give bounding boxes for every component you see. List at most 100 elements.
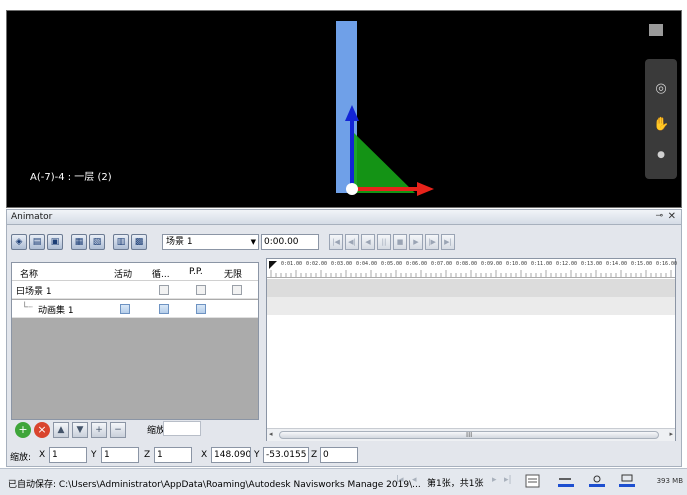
pan-hand-icon[interactable]: ✋	[653, 117, 669, 133]
timeline-scrollbar[interactable]: ◂ III ▸	[267, 428, 675, 441]
stop-icon[interactable]: ■	[393, 234, 407, 250]
web-server-performance-icon	[619, 474, 635, 487]
position-y-label: Y	[254, 450, 260, 460]
tick-label: 0:15.00	[631, 261, 653, 267]
timeline[interactable]: 0:01.00 0:02.00 0:03.00 0:04.00 0:05.00 …	[266, 258, 677, 441]
column-loop[interactable]: 循...	[152, 267, 170, 280]
rewind-icon[interactable]: |◀	[329, 234, 343, 250]
position-y-input[interactable]: -53.0155	[263, 447, 309, 463]
tick-label: 0:11.00	[531, 261, 553, 267]
step-forward-icon[interactable]: |▶	[425, 234, 439, 250]
disk-performance-icon	[589, 475, 605, 487]
loop-checkbox[interactable]	[159, 285, 169, 295]
prev-page-icon[interactable]: ◂	[412, 475, 417, 485]
3d-viewport[interactable]: A(-7)-4 : 一层 (2) ◎ ✋ ●	[6, 10, 682, 208]
tick-label: 0:12.00	[556, 261, 578, 267]
scene-select-value: 场景 1	[166, 237, 193, 247]
column-infinite[interactable]: 无限	[224, 267, 242, 280]
pause-icon[interactable]: ||	[377, 234, 391, 250]
translate-animation-button[interactable]: ▦	[71, 234, 87, 250]
add-animation-set-button[interactable]: ▤	[29, 234, 45, 250]
chevron-down-icon: ▼	[250, 238, 256, 246]
tick-label: 0:05.00	[381, 261, 403, 267]
step-back-icon[interactable]: ◀|	[345, 234, 359, 250]
first-page-icon[interactable]: |◂	[396, 475, 404, 485]
pin-icon[interactable]: ⊸	[655, 211, 663, 221]
pencil-performance-icon	[558, 478, 574, 487]
tick-label: 0:03.00	[331, 261, 353, 267]
fast-forward-icon[interactable]: ▶|	[441, 234, 455, 250]
tick-label: 0:01.00	[281, 261, 303, 267]
animator-panel: Animator ⊸ ✕ ◈ ▤ ▣ ▦ ▧ ▥ ▩ 场景 1 ▼ 0:00.0…	[6, 209, 682, 467]
scene-label: 曰场景 1	[16, 287, 52, 297]
infinite-checkbox[interactable]	[232, 285, 242, 295]
transform-fields: 缩放: X 1 Y 1 Z 1 X 148.0904 Y -53.0155 Z …	[7, 444, 681, 466]
move-up-icon[interactable]: ▲	[53, 422, 69, 438]
viewcube-icon[interactable]	[649, 24, 663, 36]
zoom-out-icon[interactable]: −	[110, 422, 126, 438]
tick-label: 0:13.00	[581, 261, 603, 267]
tree-row-animation-set[interactable]: └┈ 动画集 1	[12, 300, 258, 318]
last-page-icon[interactable]: ▸|	[504, 475, 512, 485]
active-checkbox[interactable]	[120, 304, 130, 314]
transform-gizmo[interactable]	[307, 101, 447, 201]
gizmo-green-plane	[354, 133, 415, 193]
snap-toggle-button[interactable]: ▩	[131, 234, 147, 250]
move-down-icon[interactable]: ▼	[72, 422, 88, 438]
scene-select[interactable]: 场景 1 ▼	[162, 234, 259, 250]
column-pp[interactable]: P.P.	[189, 267, 203, 277]
timeline-row-scene[interactable]	[267, 279, 675, 297]
close-icon[interactable]: ✕	[668, 211, 676, 222]
location-label: A(-7)-4 : 一层 (2)	[30, 172, 112, 183]
scale-x-label: X	[39, 450, 46, 460]
tick-label: 0:07.00	[431, 261, 453, 267]
steering-wheel-icon[interactable]: ◎	[653, 81, 669, 97]
gizmo-x-arrow	[417, 182, 434, 196]
time-input[interactable]: 0:00.00	[261, 234, 319, 250]
position-x-input[interactable]: 148.0904	[211, 447, 251, 463]
column-active[interactable]: 活动	[114, 267, 132, 280]
animation-set-label: 动画集 1	[38, 306, 74, 316]
memory-usage: 393 MB	[656, 477, 683, 485]
scroll-thumb[interactable]: III	[279, 431, 659, 439]
animator-title-bar: Animator ⊸ ✕	[7, 210, 681, 225]
loop-checkbox[interactable]	[159, 304, 169, 314]
delete-icon[interactable]: ×	[34, 422, 50, 438]
rotate-animation-button[interactable]: ▧	[89, 234, 105, 250]
column-name[interactable]: 名称	[20, 267, 38, 280]
scene-tree: 名称 活动 循... P.P. 无限 曰场景 1 └┈ 动画集 1	[11, 262, 259, 420]
timeline-row-animation-set[interactable]	[267, 297, 675, 315]
tree-row-scene[interactable]: 曰场景 1	[12, 281, 258, 299]
tree-connector: └┈	[22, 303, 33, 313]
tree-header: 名称 活动 循... P.P. 无限	[12, 263, 258, 281]
add-camera-button[interactable]: ▣	[47, 234, 63, 250]
tick-label: 0:09.00	[481, 261, 503, 267]
add-scene-button[interactable]: ◈	[11, 234, 27, 250]
orbit-dot-icon[interactable]: ●	[653, 147, 669, 163]
scroll-left-icon[interactable]: ◂	[269, 430, 273, 438]
zoom-in-icon[interactable]: +	[91, 422, 107, 438]
tick-label: 0:06.00	[406, 261, 428, 267]
scale-z-input[interactable]: 1	[154, 447, 192, 463]
tick-label: 0:14.00	[606, 261, 628, 267]
scale-y-input[interactable]: 1	[101, 447, 139, 463]
sheet-browser-icon[interactable]	[523, 473, 543, 489]
autosave-status: 已自动保存: C:\Users\Administrator\AppData\Ro…	[8, 480, 421, 490]
gizmo-origin	[346, 183, 358, 195]
play-icon[interactable]: ▶	[409, 234, 423, 250]
add-icon[interactable]: +	[15, 422, 31, 438]
navigation-bar: ◎ ✋ ●	[645, 59, 677, 179]
tick-label: 0:10.00	[506, 261, 528, 267]
next-page-icon[interactable]: ▸	[492, 475, 497, 485]
time-ruler[interactable]: 0:01.00 0:02.00 0:03.00 0:04.00 0:05.00 …	[267, 259, 677, 278]
pp-checkbox[interactable]	[196, 285, 206, 295]
play-reverse-icon[interactable]: ◀	[361, 234, 375, 250]
scale-y-label: Y	[91, 450, 97, 460]
capture-keyframe-button[interactable]: ▥	[113, 234, 129, 250]
position-z-input[interactable]: 0	[320, 447, 358, 463]
scroll-right-icon[interactable]: ▸	[669, 430, 673, 438]
animator-title: Animator	[11, 212, 53, 222]
zoom-input[interactable]	[163, 421, 201, 436]
scale-x-input[interactable]: 1	[49, 447, 87, 463]
pp-checkbox[interactable]	[196, 304, 206, 314]
